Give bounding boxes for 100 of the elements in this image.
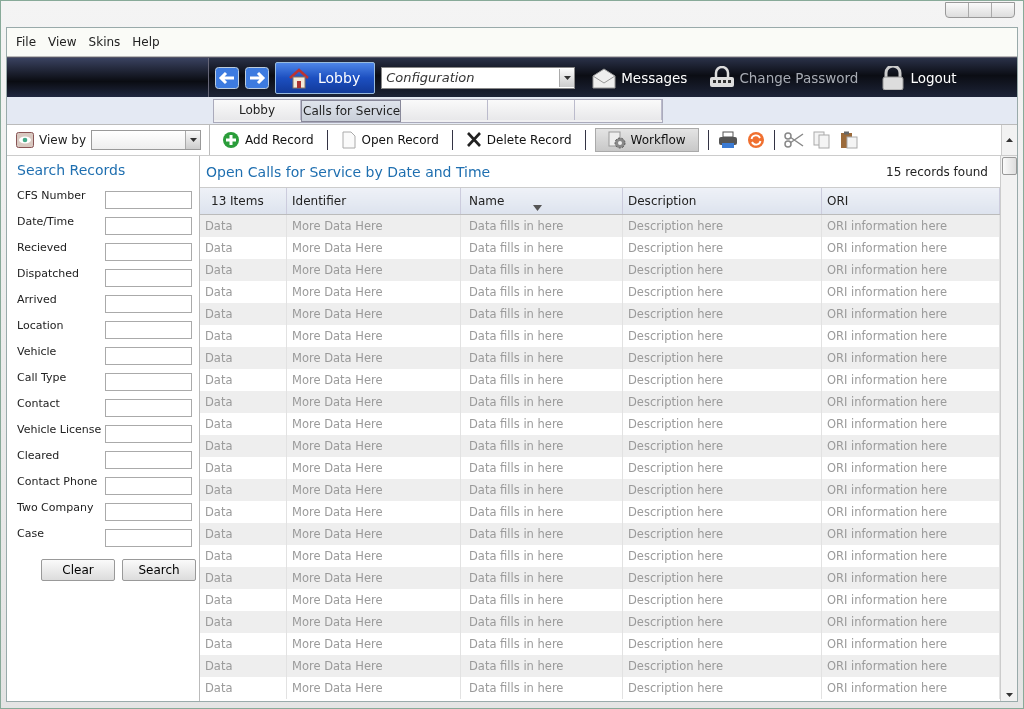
field-label: CFS Number	[17, 189, 87, 204]
scroll-up-button[interactable]	[1001, 125, 1017, 155]
house-icon	[288, 66, 310, 89]
refresh-icon[interactable]	[746, 131, 765, 149]
scrollbar-thumb[interactable]	[1001, 157, 1017, 175]
toolbar-button[interactable]: Workflow	[594, 128, 699, 152]
toolbar-button[interactable]: Open Record	[336, 128, 443, 152]
field-label: Contact	[17, 397, 61, 412]
form-button[interactable]: Clear	[41, 559, 115, 581]
input-field[interactable]	[105, 373, 192, 391]
table-cell: ORI information here	[821, 523, 1000, 545]
nav-link[interactable]: Logout	[880, 65, 957, 90]
field-label: Vehicle	[17, 345, 58, 360]
table-cell: ORI information here	[821, 655, 1000, 677]
table-cell: Description here	[622, 611, 822, 633]
scissors-icon[interactable]	[783, 132, 804, 148]
table-cell: Data fills in here	[460, 259, 623, 281]
input-field[interactable]	[105, 477, 192, 495]
input-field[interactable]	[105, 503, 192, 521]
table-cell: ORI information here	[821, 214, 1000, 237]
column-header[interactable]: 13 Items	[200, 188, 287, 215]
clipboard-icon[interactable]	[839, 131, 858, 149]
table-cell: Data fills in here	[460, 655, 623, 677]
table-cell: ORI information here	[821, 677, 1000, 699]
copy-icon[interactable]	[812, 131, 831, 149]
column-header[interactable]: Identifier	[286, 188, 461, 215]
table-cell: Description here	[622, 391, 822, 413]
panel-title: Search Records	[17, 162, 127, 178]
menu-item[interactable]: Help	[132, 35, 160, 49]
table-cell: More Data Here	[286, 347, 461, 369]
table-cell: ORI information here	[821, 391, 1000, 413]
field-label: Two Company	[17, 501, 95, 516]
menu-item[interactable]: File	[16, 35, 37, 49]
column-header[interactable]: Description	[622, 188, 822, 215]
table-cell: More Data Here	[286, 567, 461, 589]
table-cell: Data fills in here	[460, 347, 623, 369]
vertical-scrollbar[interactable]	[1000, 156, 1017, 701]
table-cell: More Data Here	[286, 677, 461, 699]
field-label: Call Type	[17, 371, 68, 386]
table-cell: Data	[200, 391, 287, 413]
table-cell: More Data Here	[286, 214, 461, 237]
plus-icon	[222, 131, 240, 149]
document-icon	[340, 131, 357, 149]
caret-icon	[563, 75, 571, 80]
table-cell: ORI information here	[821, 435, 1000, 457]
table-cell: Data	[200, 523, 287, 545]
printer-icon[interactable]	[717, 131, 738, 149]
table-cell: More Data Here	[286, 303, 461, 325]
window-controls-icon[interactable]	[945, 2, 1015, 18]
input-field[interactable]	[105, 425, 192, 443]
table-cell: Data	[200, 567, 287, 589]
module-dropdown[interactable]: Configuration	[381, 66, 576, 89]
input-field[interactable]	[105, 191, 192, 209]
table-cell: Data fills in here	[460, 479, 623, 501]
table-cell: Description here	[622, 677, 822, 699]
toolbar-button[interactable]: Add Record	[218, 128, 318, 152]
tab[interactable]: Lobby	[214, 99, 301, 120]
view-by-dropdown[interactable]	[91, 130, 201, 150]
table-cell: More Data Here	[286, 479, 461, 501]
table-cell: Data fills in here	[460, 677, 623, 699]
input-field[interactable]	[105, 399, 192, 417]
input-field[interactable]	[105, 295, 192, 313]
input-field[interactable]	[105, 217, 192, 235]
table-cell: ORI information here	[821, 479, 1000, 501]
eye-icon	[16, 132, 34, 148]
column-header[interactable]: ORI	[821, 188, 1000, 215]
input-field[interactable]	[105, 269, 192, 287]
menu-item[interactable]: Skins	[88, 35, 121, 49]
table-cell: Description here	[622, 567, 822, 589]
form-button[interactable]: Search	[122, 559, 196, 581]
column-header[interactable]: Name	[460, 188, 623, 215]
field-label: Arrived	[17, 293, 58, 308]
input-field[interactable]	[105, 347, 192, 365]
field-label: Contact Phone	[17, 475, 99, 490]
field-label: Date/Time	[17, 215, 75, 230]
field-label: Dispatched	[17, 267, 81, 282]
table-cell: Description here	[622, 214, 822, 237]
table-cell: Data fills in here	[460, 567, 623, 589]
table-cell: Data fills in here	[460, 391, 623, 413]
input-field[interactable]	[105, 529, 192, 547]
table-cell: Data	[200, 435, 287, 457]
menu-item[interactable]: View	[48, 35, 77, 49]
table-cell: Description here	[622, 347, 822, 369]
lobby-button[interactable]: Lobby	[275, 61, 376, 94]
toolbar-button[interactable]: Delete Record	[461, 128, 576, 152]
table-cell: Data	[200, 303, 287, 325]
input-field[interactable]	[105, 451, 192, 469]
field-label: Case	[17, 527, 45, 542]
table-cell: Data	[200, 214, 287, 237]
table-cell: Data fills in here	[460, 214, 623, 237]
caret-icon	[189, 138, 197, 142]
nav-link[interactable]: Messages	[591, 65, 688, 90]
table-cell: Data fills in here	[460, 435, 623, 457]
table-cell: Data	[200, 347, 287, 369]
table-cell: More Data Here	[286, 611, 461, 633]
input-field[interactable]	[105, 321, 192, 339]
input-field[interactable]	[105, 243, 192, 261]
table-cell: ORI information here	[821, 303, 1000, 325]
record-count: 15 records found	[886, 164, 988, 179]
tab[interactable]: Calls for Service	[301, 99, 402, 122]
